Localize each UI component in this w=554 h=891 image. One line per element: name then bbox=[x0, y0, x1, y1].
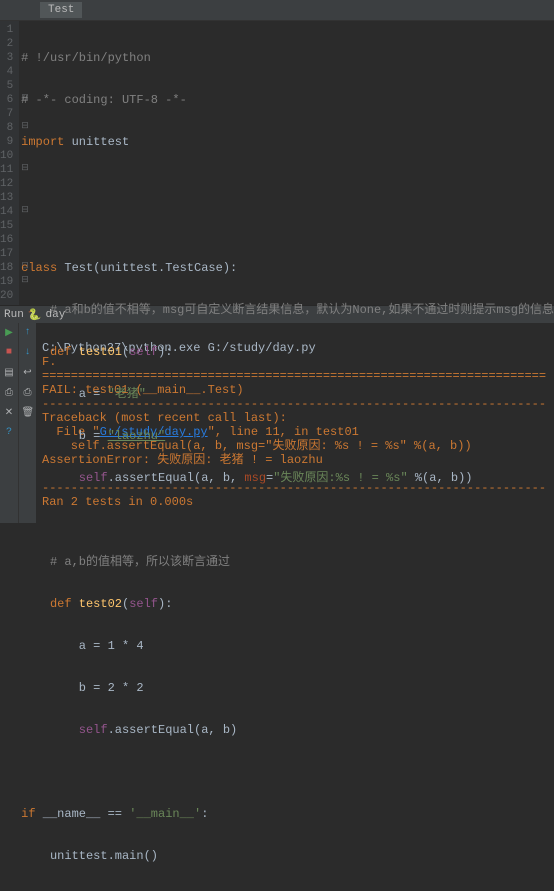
code-text: b bbox=[223, 723, 230, 737]
code-text: test02 bbox=[79, 597, 122, 611]
stop-icon[interactable]: ■ bbox=[3, 347, 15, 359]
tab-bar: Test bbox=[0, 0, 554, 20]
code-text: '__main__' bbox=[129, 807, 201, 821]
code-text: if bbox=[21, 807, 35, 821]
code-text: unittest.main() bbox=[50, 849, 158, 863]
code-text: self bbox=[79, 471, 108, 485]
code-text: "失败原因:%s ! = %s" bbox=[273, 471, 407, 485]
code-text: import bbox=[21, 135, 64, 149]
code-text: def bbox=[50, 597, 72, 611]
code-text: a = 1 * 4 bbox=[79, 639, 144, 653]
code-text: unittest.TestCase bbox=[100, 261, 222, 275]
line-gutter: 12345 678910 1112131415 1617181920 bbox=[0, 21, 19, 305]
code-text: "老猪" bbox=[108, 387, 146, 401]
close-icon[interactable]: ✕ bbox=[3, 407, 15, 419]
code-text: def bbox=[50, 345, 72, 359]
code-editor[interactable]: # !/usr/bin/python # -*- coding: UTF-8 -… bbox=[21, 21, 554, 305]
layout-icon[interactable]: ▤ bbox=[3, 367, 15, 379]
code-text: .assertEqual(a bbox=[108, 723, 209, 737]
code-text: b = bbox=[79, 429, 108, 443]
code-text: "laozhu" bbox=[108, 429, 166, 443]
code-text: self bbox=[79, 723, 108, 737]
editor-area: 12345 678910 1112131415 1617181920 ⊟ ⊟ ⊟… bbox=[0, 20, 554, 305]
code-text: unittest bbox=[72, 135, 130, 149]
code-text: # a,b的值相等，所以该断言通过 bbox=[50, 555, 230, 569]
code-text: .assertEqual(a bbox=[108, 471, 209, 485]
code-text: Test bbox=[64, 261, 93, 275]
code-text: %(a, b)) bbox=[415, 471, 473, 485]
code-text: self bbox=[129, 597, 158, 611]
code-text: b = 2 * 2 bbox=[79, 681, 144, 695]
code-text: a = bbox=[79, 387, 108, 401]
code-text: class bbox=[21, 261, 57, 275]
tool-column-left: ▶ ■ ▤ ⎙ ✕ ? bbox=[0, 323, 18, 523]
tab-test[interactable]: Test bbox=[40, 2, 82, 18]
code-text: self bbox=[129, 345, 158, 359]
rerun-icon[interactable]: ▶ bbox=[3, 327, 15, 339]
pin-icon[interactable]: ⎙ bbox=[3, 387, 15, 399]
code-text: # -*- coding: UTF-8 -*- bbox=[21, 93, 187, 107]
code-text: # !/usr/bin/python bbox=[21, 51, 151, 65]
code-text: msg bbox=[244, 471, 266, 485]
code-text: __name__ == bbox=[43, 807, 129, 821]
code-text: # a和b的值不相等，msg可自定义断言结果信息，默认为None,如果不通过时则… bbox=[50, 303, 554, 317]
code-text: b bbox=[223, 471, 230, 485]
code-text: test01 bbox=[79, 345, 122, 359]
help-icon[interactable]: ? bbox=[3, 427, 15, 439]
